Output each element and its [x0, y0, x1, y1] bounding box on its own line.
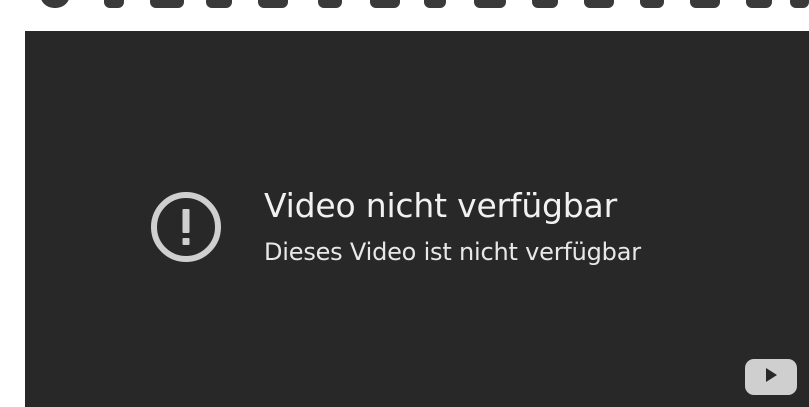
cut-off-glyph — [150, 0, 184, 8]
cut-off-glyph — [474, 0, 506, 8]
video-embed-player[interactable]: Video nicht verfügbar Dieses Video ist n… — [25, 31, 809, 407]
exclamation-circle-icon — [146, 187, 226, 267]
cut-off-glyph — [640, 0, 664, 8]
cut-off-glyph — [318, 0, 342, 8]
cut-off-content-above — [0, 0, 809, 14]
cut-off-glyph — [790, 0, 809, 8]
cut-off-glyph — [532, 0, 558, 8]
cut-off-glyph — [690, 0, 720, 8]
cut-off-glyph — [40, 0, 70, 8]
page: Video nicht verfügbar Dieses Video ist n… — [0, 0, 809, 407]
error-text-group: Video nicht verfügbar Dieses Video ist n… — [264, 186, 641, 268]
youtube-logo-button[interactable] — [745, 359, 797, 395]
error-title: Video nicht verfügbar — [264, 186, 617, 225]
cut-off-glyph — [424, 0, 446, 8]
youtube-play-icon — [762, 366, 780, 388]
error-subtitle: Dieses Video ist nicht verfügbar — [264, 238, 641, 266]
cut-off-glyph — [370, 0, 400, 8]
video-error-message: Video nicht verfügbar Dieses Video ist n… — [146, 186, 641, 268]
cut-off-glyph — [258, 0, 288, 8]
cut-off-glyph — [584, 0, 614, 8]
cut-off-glyph — [104, 0, 124, 8]
cut-off-glyph — [746, 0, 772, 8]
cut-off-glyph — [206, 0, 232, 8]
